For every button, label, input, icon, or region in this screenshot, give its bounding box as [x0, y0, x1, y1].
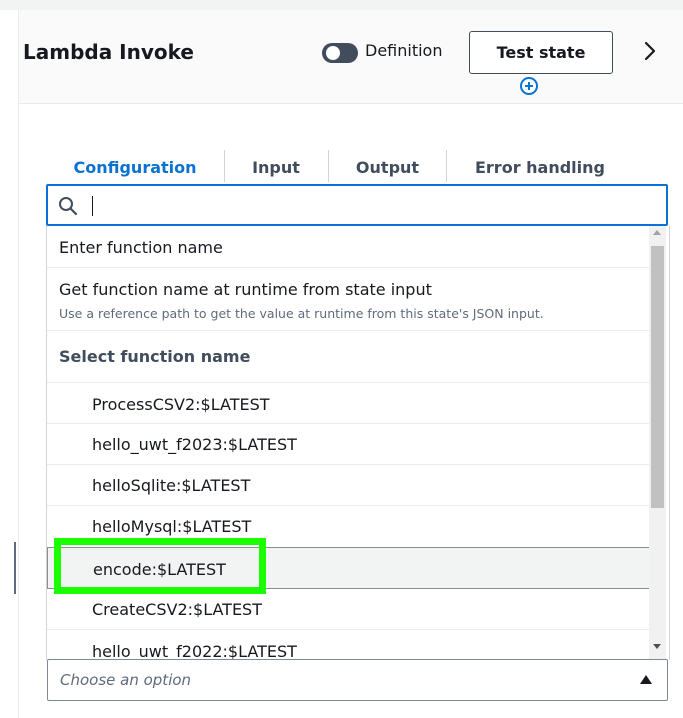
tab-configuration[interactable]: Configuration — [46, 150, 224, 184]
tab-output[interactable]: Output — [329, 150, 446, 184]
function-option[interactable]: helloSqlite:$LATEST — [47, 465, 650, 506]
function-name: CreateCSV2:$LATEST — [92, 600, 262, 619]
function-option[interactable]: CreateCSV2:$LATEST — [47, 589, 650, 630]
plus-circle-icon[interactable] — [519, 76, 539, 96]
option-runtime-function-name[interactable]: Get function name at runtime from state … — [47, 268, 650, 331]
dropdown-scrollbar[interactable] — [649, 226, 666, 660]
left-rail — [0, 10, 19, 718]
function-option[interactable]: hello_uwt_f2022:$LATEST — [47, 630, 650, 660]
tab-list: Configuration Input Output Error handlin… — [46, 150, 666, 184]
function-name: hello_uwt_f2022:$LATEST — [92, 642, 297, 660]
search-icon — [59, 197, 78, 216]
function-select[interactable]: Choose an option — [47, 659, 668, 701]
tab-error-handling[interactable]: Error handling — [447, 150, 633, 184]
caret-up-icon — [640, 675, 652, 684]
panel-title: Lambda Invoke — [23, 40, 194, 64]
chevron-right-icon[interactable] — [640, 40, 660, 62]
scroll-down-arrow-icon[interactable] — [653, 644, 661, 649]
top-strip — [0, 0, 683, 10]
search-field[interactable] — [46, 184, 668, 226]
function-name: ProcessCSV2:$LATEST — [92, 395, 270, 414]
option-description: Use a reference path to get the value at… — [59, 306, 544, 321]
group-label: Select function name — [59, 347, 251, 366]
option-label: Enter function name — [59, 238, 223, 257]
function-dropdown: Enter function name Get function name at… — [46, 226, 670, 660]
definition-label: Definition — [365, 41, 443, 60]
select-placeholder: Choose an option — [60, 671, 192, 689]
text-cursor — [92, 196, 93, 216]
function-name: hello_uwt_f2023:$LATEST — [92, 435, 297, 454]
option-label: Get function name at runtime from state … — [59, 280, 432, 299]
scroll-thumb[interactable] — [651, 246, 664, 508]
option-group-header: Select function name — [47, 331, 650, 383]
function-name: helloMysql:$LATEST — [92, 517, 252, 536]
resize-handle[interactable] — [14, 542, 16, 594]
toggle-knob — [326, 46, 340, 60]
search-input[interactable] — [88, 192, 648, 220]
function-name: helloSqlite:$LATEST — [92, 476, 251, 495]
option-enter-function-name[interactable]: Enter function name — [47, 226, 650, 268]
test-state-button[interactable]: Test state — [469, 31, 613, 74]
highlight-annotation — [54, 538, 266, 594]
function-option[interactable]: hello_uwt_f2023:$LATEST — [47, 424, 650, 465]
tab-input[interactable]: Input — [225, 150, 327, 184]
function-option[interactable]: ProcessCSV2:$LATEST — [47, 383, 650, 424]
scroll-up-arrow-icon[interactable] — [653, 230, 661, 235]
definition-toggle[interactable] — [322, 43, 358, 63]
